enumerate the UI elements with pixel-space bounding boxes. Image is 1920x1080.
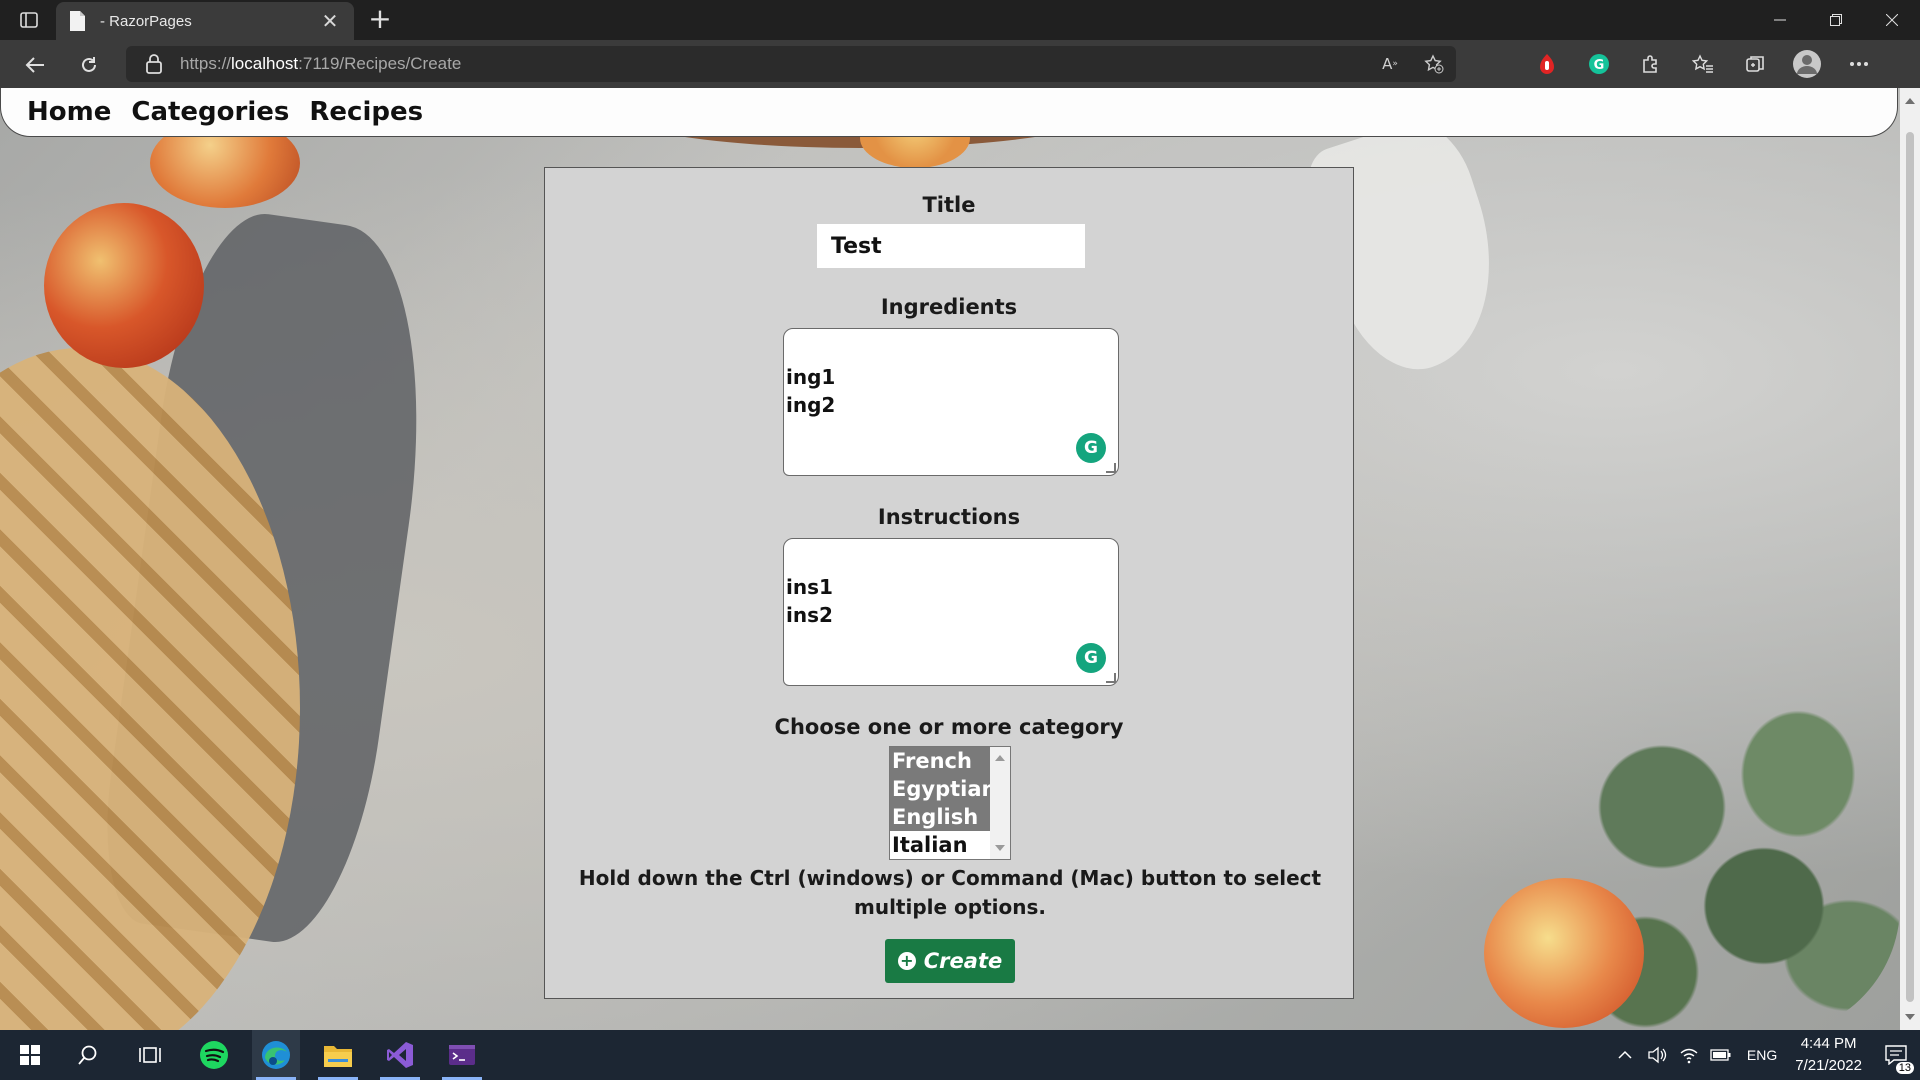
plus-circle-icon: +: [897, 952, 916, 970]
nav-link-recipes[interactable]: Recipes: [309, 88, 423, 127]
spotify-icon[interactable]: [190, 1030, 238, 1080]
back-arrow-icon[interactable]: [20, 50, 50, 80]
page-favicon-icon: [68, 10, 88, 32]
search-icon[interactable]: [64, 1030, 112, 1080]
lock-icon[interactable]: [146, 54, 164, 74]
resize-handle-icon[interactable]: [1106, 463, 1116, 473]
restore-icon[interactable]: [1808, 0, 1864, 40]
new-tab-button[interactable]: +: [366, 5, 394, 34]
visual-studio-icon[interactable]: [376, 1030, 424, 1080]
minimize-icon[interactable]: [1752, 0, 1808, 40]
page-scrollbar[interactable]: [1900, 88, 1920, 1030]
apple-image: [1484, 878, 1644, 1028]
clock[interactable]: 4:44 PM 7/21/2022: [1795, 1033, 1862, 1077]
category-option-italian[interactable]: Italian: [890, 831, 990, 859]
scroll-down-icon[interactable]: [995, 845, 1005, 851]
url-text[interactable]: https://localhost:7119/Recipes/Create: [180, 54, 461, 74]
address-bar[interactable]: https://localhost:7119/Recipes/Create A»: [126, 46, 1456, 82]
nav-link-categories[interactable]: Categories: [131, 88, 289, 127]
scroll-up-icon[interactable]: [1905, 98, 1915, 104]
grammarly-extension-icon[interactable]: G: [1580, 48, 1618, 80]
clock-date: 7/21/2022: [1795, 1057, 1862, 1074]
extensions-puzzle-icon[interactable]: [1632, 48, 1670, 80]
ingredients-textarea[interactable]: ing1 ing2 G: [783, 328, 1119, 476]
volume-icon[interactable]: [1643, 1041, 1671, 1069]
scroll-up-icon[interactable]: [995, 755, 1005, 761]
tab-actions-icon[interactable]: [16, 8, 42, 32]
ingredients-label: Ingredients: [880, 295, 1018, 319]
category-label: Choose one or more category: [774, 715, 1124, 739]
favorites-icon[interactable]: [1684, 48, 1722, 80]
windows-start-icon[interactable]: [6, 1030, 54, 1080]
svg-text:G: G: [1594, 58, 1605, 73]
window-close-icon[interactable]: [1864, 0, 1920, 40]
ingredients-text: ing1 ing2: [786, 365, 836, 417]
add-favorite-icon[interactable]: [1420, 50, 1448, 78]
instructions-textarea[interactable]: ins1 ins2 G: [783, 538, 1119, 686]
scrollbar-thumb[interactable]: [1906, 132, 1914, 1002]
instructions-label: Instructions: [877, 505, 1021, 529]
instructions-text: ins1 ins2: [786, 575, 833, 627]
battery-icon[interactable]: [1707, 1041, 1735, 1069]
profile-avatar-icon[interactable]: [1788, 48, 1826, 80]
page-viewport: Home Categories Recipes Title Test Ingre…: [0, 88, 1900, 1030]
select-scrollbar[interactable]: [990, 747, 1010, 859]
collections-icon[interactable]: [1736, 48, 1774, 80]
file-explorer-icon[interactable]: [314, 1030, 362, 1080]
language-indicator[interactable]: ENG: [1747, 1047, 1777, 1063]
scroll-down-icon[interactable]: [1905, 1014, 1915, 1020]
system-tray: ENG 4:44 PM 7/21/2022 13: [1609, 1030, 1920, 1080]
browser-toolbar: https://localhost:7119/Recipes/Create A»…: [0, 40, 1920, 88]
tab-title: - RazorPages: [100, 12, 192, 30]
site-navbar: Home Categories Recipes: [0, 88, 1898, 137]
create-recipe-form: Title Test Ingredients ing1 ing2 G Instr…: [544, 167, 1354, 999]
category-option-french[interactable]: French: [890, 747, 990, 775]
title-label: Title: [922, 193, 976, 217]
category-option-egyptian[interactable]: Egyptian: [890, 775, 996, 803]
refresh-icon[interactable]: [74, 50, 104, 80]
apple-image: [44, 203, 204, 368]
edge-browser-icon[interactable]: [252, 1030, 300, 1080]
grammarly-icon[interactable]: G: [1076, 643, 1106, 673]
network-wifi-icon[interactable]: [1675, 1041, 1703, 1069]
nav-link-home[interactable]: Home: [27, 88, 111, 127]
windows-taskbar: ENG 4:44 PM 7/21/2022 13: [0, 1030, 1920, 1080]
more-menu-icon[interactable]: [1840, 48, 1878, 80]
read-aloud-icon[interactable]: A»: [1376, 50, 1404, 78]
create-button-label: Create: [923, 949, 1003, 973]
task-view-icon[interactable]: [126, 1030, 174, 1080]
tab-close-icon[interactable]: ✕: [318, 9, 342, 33]
notification-count-badge: 13: [1895, 1062, 1914, 1074]
clock-time: 4:44 PM: [1800, 1035, 1857, 1052]
notifications-icon[interactable]: 13: [1872, 1030, 1920, 1080]
browser-tab-bar: - RazorPages ✕ +: [0, 0, 1920, 40]
browser-tab-active[interactable]: - RazorPages ✕: [56, 2, 354, 40]
category-multiselect[interactable]: French Egyptian English Italian: [889, 746, 1011, 860]
create-button[interactable]: + Create: [885, 939, 1015, 983]
multiselect-hint: Hold down the Ctrl (windows) or Command …: [578, 866, 1322, 919]
chevron-up-icon[interactable]: [1611, 1041, 1639, 1069]
grammarly-icon[interactable]: G: [1076, 433, 1106, 463]
resize-handle-icon[interactable]: [1106, 673, 1116, 683]
category-option-english[interactable]: English: [890, 803, 990, 831]
window-controls: [1752, 0, 1920, 40]
terminal-icon[interactable]: [438, 1030, 486, 1080]
extension-red-icon[interactable]: [1528, 48, 1566, 80]
title-input[interactable]: Test: [817, 224, 1085, 268]
